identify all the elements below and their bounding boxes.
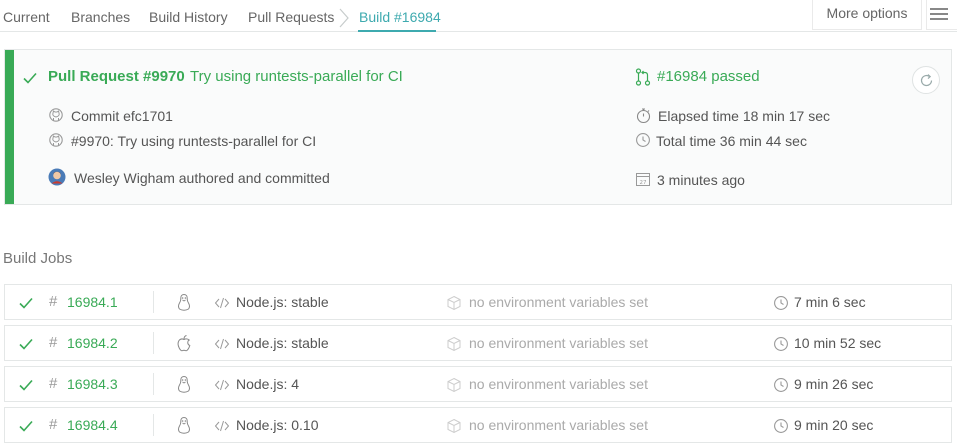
elapsed-time: Elapsed time 18 min 17 sec [658, 108, 830, 124]
code-icon [214, 379, 230, 391]
commit-link[interactable]: Commit efc1701 [71, 108, 173, 124]
top-nav: Current Branches Build History Pull Requ… [0, 0, 957, 34]
github-icon [49, 108, 63, 122]
job-duration: 9 min 26 sec [794, 376, 874, 392]
job-duration: 9 min 20 sec [794, 417, 874, 433]
tab-pull-requests[interactable]: Pull Requests [248, 9, 334, 25]
clock-icon [774, 419, 788, 433]
job-number[interactable]: 16984.1 [67, 294, 118, 310]
restart-icon [920, 74, 933, 87]
job-number[interactable]: 16984.3 [67, 376, 118, 392]
job-duration: 7 min 6 sec [794, 294, 866, 310]
clock-icon [774, 296, 788, 310]
calendar-icon: 27 [636, 173, 650, 186]
job-env: no environment variables set [469, 294, 648, 310]
job-row[interactable]: # 16984.4 Node.js: 0.10 no environment v… [4, 407, 952, 443]
linux-icon [178, 416, 190, 434]
code-icon [214, 297, 230, 309]
build-jobs-heading: Build Jobs [3, 250, 73, 267]
total-time: Total time 36 min 44 sec [656, 133, 807, 149]
build-summary: Pull Request #9970 Try using runtests-pa… [4, 49, 952, 205]
job-row[interactable]: # 16984.2 Node.js: stable no environment… [4, 325, 952, 361]
apple-icon [177, 335, 191, 352]
tab-build-current[interactable]: Build #16984 [359, 9, 441, 25]
job-language: Node.js: stable [236, 335, 329, 351]
linux-icon [178, 375, 190, 393]
author-info: Wesley Wigham authored and committed [74, 170, 330, 186]
box-icon [447, 377, 461, 393]
job-row[interactable]: # 16984.3 Node.js: 4 no environment vari… [4, 366, 952, 402]
github-icon [49, 133, 63, 147]
restart-build-button[interactable] [912, 66, 940, 94]
job-env: no environment variables set [469, 417, 648, 433]
check-icon [23, 72, 37, 84]
status-stripe [5, 50, 14, 204]
box-icon [447, 336, 461, 352]
clock-icon [774, 337, 788, 351]
job-language: Node.js: 4 [236, 376, 300, 392]
nav-divider [0, 31, 957, 32]
pull-request-link[interactable]: Pull Request #9970 [48, 68, 185, 85]
menu-icon[interactable] [926, 0, 957, 30]
check-icon [19, 420, 33, 432]
build-status-link[interactable]: #16984 passed [657, 68, 760, 85]
check-icon [19, 379, 33, 391]
finished-time: 3 minutes ago [657, 172, 745, 188]
job-number[interactable]: 16984.2 [67, 335, 118, 351]
hash-icon: # [49, 293, 58, 310]
chevron-right-icon [339, 8, 349, 28]
job-number[interactable]: 16984.4 [67, 417, 118, 433]
clock-icon [636, 133, 650, 147]
check-icon [19, 338, 33, 350]
hash-icon: # [49, 375, 58, 392]
job-env: no environment variables set [469, 335, 648, 351]
active-tab-indicator [358, 30, 436, 32]
box-icon [447, 418, 461, 434]
commit-message: Try using runtests-parallel for CI [190, 68, 403, 85]
job-row[interactable]: # 16984.1 Node.js: stable no environment… [4, 284, 952, 320]
job-duration: 10 min 52 sec [794, 335, 882, 351]
compare-link[interactable]: #9970: Try using runtests-parallel for C… [71, 133, 316, 149]
hash-icon: # [49, 334, 58, 351]
tab-current[interactable]: Current [3, 9, 50, 25]
tab-branches[interactable]: Branches [71, 9, 130, 25]
avatar [48, 168, 66, 186]
hash-icon: # [49, 416, 58, 433]
job-language: Node.js: stable [236, 294, 329, 310]
tab-build-history[interactable]: Build History [149, 9, 228, 25]
stopwatch-icon [636, 108, 651, 124]
code-icon [214, 338, 230, 350]
svg-text:27: 27 [640, 180, 647, 186]
linux-icon [178, 293, 190, 311]
check-icon [19, 297, 33, 309]
job-env: no environment variables set [469, 376, 648, 392]
job-language: Node.js: 0.10 [236, 417, 319, 433]
pull-request-icon [635, 68, 651, 86]
clock-icon [774, 378, 788, 392]
code-icon [214, 420, 230, 432]
more-options-button[interactable]: More options [812, 0, 922, 30]
box-icon [447, 295, 461, 311]
